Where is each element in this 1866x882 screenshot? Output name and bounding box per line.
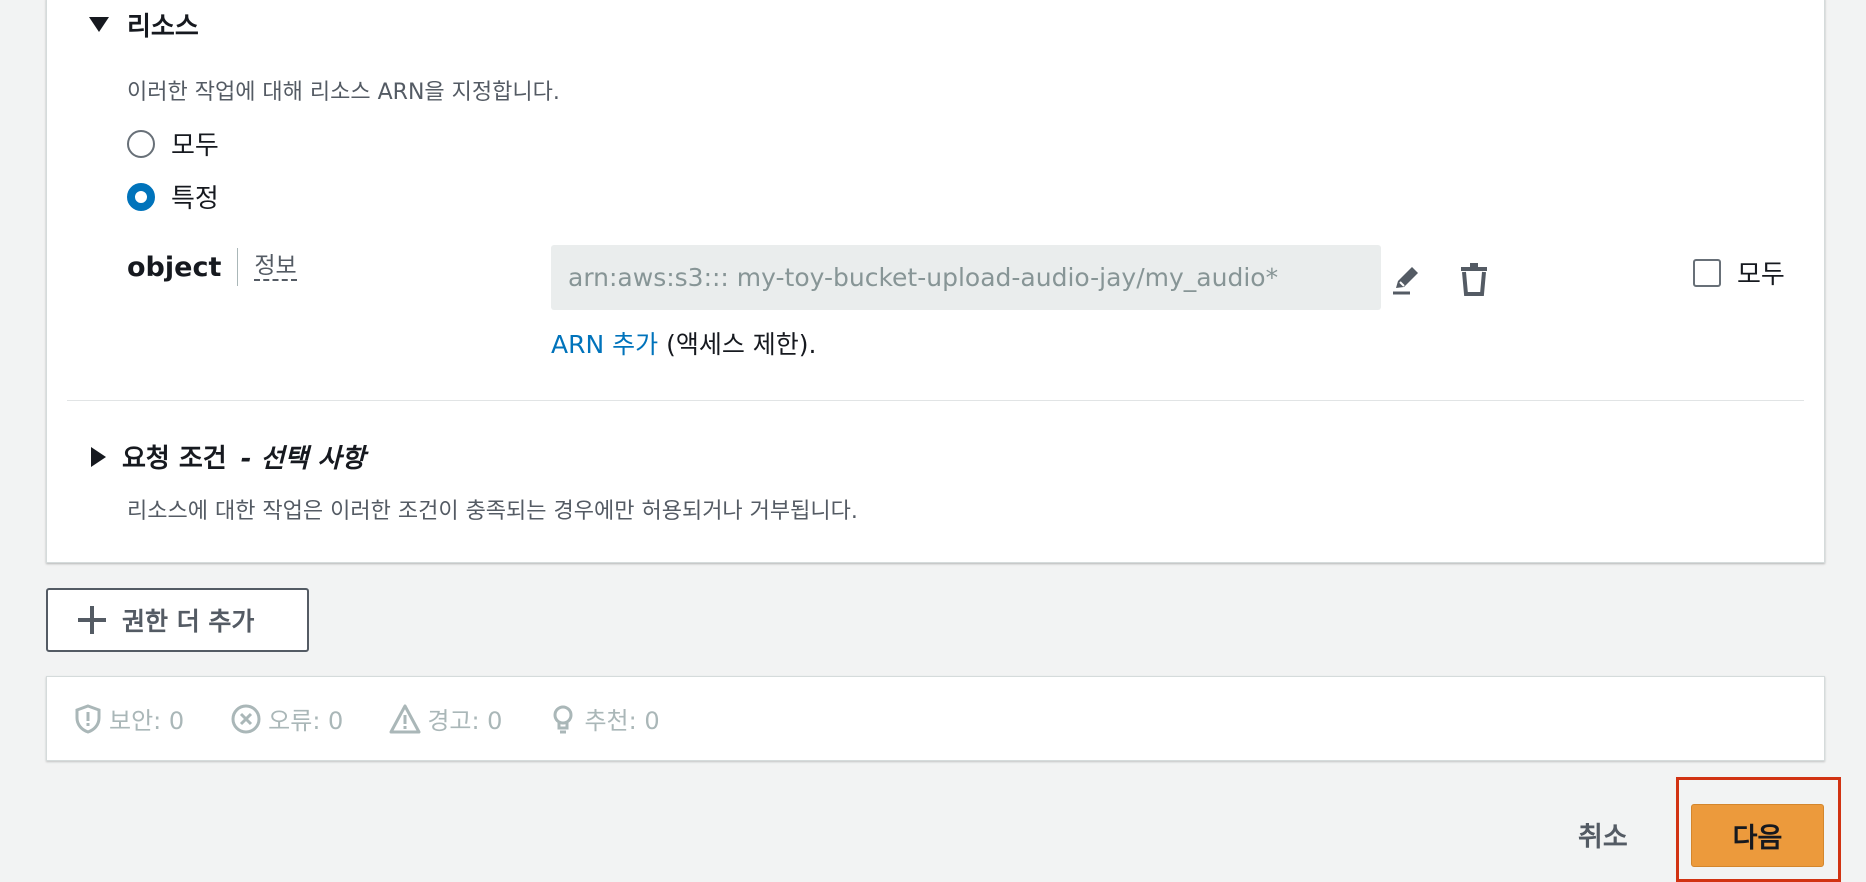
warning-triangle-icon: [389, 704, 421, 733]
policy-editor-page: 리소스 이러한 작업에 대해 리소스 ARN을 지정합니다. 모두 특정 obj…: [0, 0, 1866, 882]
radio-specific-label: 특정: [171, 184, 219, 214]
resources-description: 이러한 작업에 대해 리소스 ARN을 지정합니다.: [127, 80, 560, 105]
any-resource-label: 모두: [1737, 260, 1785, 290]
add-more-permissions-button[interactable]: 권한 더 추가: [46, 588, 309, 652]
label-divider: [237, 248, 239, 286]
radio-all[interactable]: 모두: [127, 125, 219, 162]
resource-type-name: object: [127, 251, 222, 283]
section-divider: [67, 400, 1804, 401]
cancel-button[interactable]: 취소: [1578, 815, 1628, 854]
permissions-panel: 리소스 이러한 작업에 대해 리소스 ARN을 지정합니다. 모두 특정 obj…: [46, 0, 1825, 563]
resources-section-toggle[interactable]: 리소스: [89, 6, 199, 43]
caret-down-icon: [89, 17, 109, 32]
warning-status[interactable]: 경고: 0: [389, 701, 502, 736]
add-more-permissions-label: 권한 더 추가: [122, 607, 255, 636]
plus-icon: [78, 606, 106, 634]
lightbulb-icon: [553, 705, 573, 733]
edit-arn-button[interactable]: [1390, 262, 1424, 296]
arn-value: arn:aws:s3::: my-toy-bucket-upload-audio…: [568, 263, 1279, 292]
trash-icon: [1461, 263, 1487, 296]
validation-status-bar: 보안: 0 오류: 0 경고: 0 추천: 0: [46, 676, 1825, 761]
add-arn-suffix: (액세스 제한).: [658, 330, 817, 359]
request-conditions-description: 리소스에 대한 작업은 이러한 조건이 충족되는 경우에만 허용되거나 거부됩니…: [127, 499, 858, 524]
caret-right-icon: [91, 446, 106, 467]
suggestion-status[interactable]: 추천: 0: [548, 701, 660, 736]
suggestion-count: 추천: 0: [584, 707, 660, 735]
any-resource-checkbox[interactable]: 모두: [1693, 254, 1785, 291]
info-link[interactable]: 정보: [254, 253, 297, 281]
request-conditions-toggle[interactable]: 요청 조건 - 선택 사항: [91, 438, 365, 475]
radio-circle-selected[interactable]: [127, 182, 155, 211]
security-count: 보안: 0: [109, 707, 185, 735]
pencil-icon: [1393, 267, 1418, 295]
warning-count: 경고: 0: [427, 707, 503, 735]
error-status[interactable]: 오류: 0: [230, 701, 343, 736]
request-conditions-heading: 요청 조건: [122, 444, 227, 474]
shield-icon: [75, 703, 101, 734]
error-count: 오류: 0: [268, 707, 344, 735]
optional-label: - 선택 사항: [240, 444, 366, 474]
add-arn-link[interactable]: ARN 추가: [551, 330, 658, 359]
error-circle-icon: [231, 704, 261, 733]
next-button-label: 다음: [1732, 823, 1783, 854]
radio-all-label: 모두: [171, 131, 219, 161]
radio-specific[interactable]: 특정: [127, 178, 219, 215]
arn-field: arn:aws:s3::: my-toy-bucket-upload-audio…: [551, 245, 1381, 310]
resources-heading: 리소스: [127, 12, 199, 42]
add-arn-line: ARN 추가 (액세스 제한).: [551, 325, 816, 361]
next-button[interactable]: 다음: [1691, 804, 1824, 867]
checkbox-box[interactable]: [1693, 258, 1721, 287]
resource-type-label: object 정보: [127, 248, 297, 286]
radio-circle[interactable]: [127, 129, 155, 158]
security-status[interactable]: 보안: 0: [73, 701, 184, 736]
delete-arn-button[interactable]: [1457, 262, 1491, 296]
